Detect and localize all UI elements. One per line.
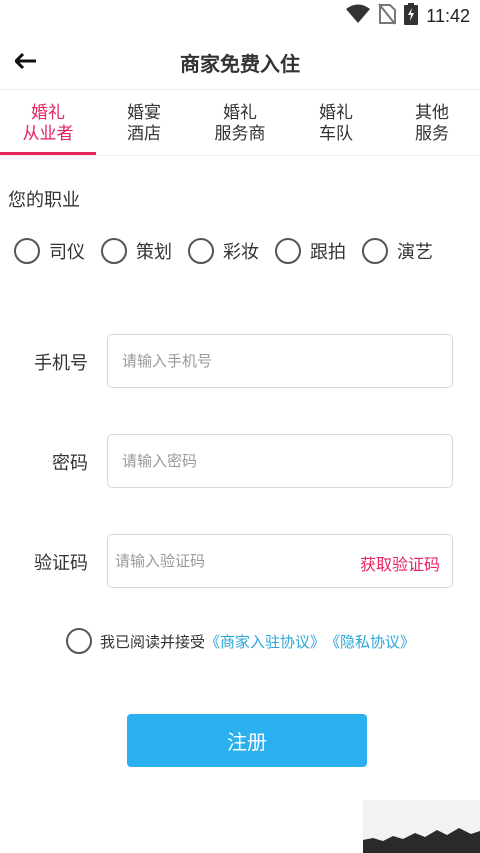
merchant-agreement-link[interactable]: 《商家入驻协议》 — [205, 631, 325, 652]
code-row: 验证码 获取验证码 — [0, 534, 480, 588]
phone-label: 手机号 — [34, 353, 88, 374]
password-input[interactable] — [107, 434, 453, 488]
radio-icon[interactable] — [362, 238, 388, 264]
status-icons: 11:42 — [346, 3, 470, 29]
tab-wedding-fleet[interactable]: 婚礼 车队 — [288, 92, 384, 155]
agree-radio-icon[interactable] — [66, 628, 92, 654]
radio-icon[interactable] — [14, 238, 40, 264]
agreement-text: 我已阅读并接受 — [100, 632, 206, 651]
status-time: 11:42 — [426, 5, 470, 26]
tab-label-line2: 服务商 — [214, 123, 266, 144]
register-button[interactable]: 注册 — [127, 714, 367, 767]
page-title: 商家免费入住 — [180, 52, 300, 76]
thumbnail-graphic — [363, 800, 480, 853]
role-option-makeup[interactable]: 彩妆 — [188, 238, 259, 264]
corner-thumbnail — [363, 800, 480, 853]
tab-label-line1: 婚礼 — [223, 102, 257, 123]
profession-label: 您的职业 — [8, 190, 80, 211]
tab-label-line2: 酒店 — [127, 123, 161, 144]
no-sim-icon — [378, 3, 397, 29]
role-option-photographer[interactable]: 跟拍 — [275, 238, 346, 264]
get-code-button[interactable]: 获取验证码 — [360, 551, 440, 575]
tab-wedding-service-provider[interactable]: 婚礼 服务商 — [192, 92, 288, 155]
phone-row: 手机号 — [0, 334, 480, 388]
battery-charging-icon — [404, 3, 419, 29]
role-label: 跟拍 — [310, 242, 346, 263]
radio-icon[interactable] — [188, 238, 214, 264]
tab-label-line1: 婚礼 — [31, 102, 65, 123]
tab-label-line2: 从业者 — [22, 123, 74, 144]
role-option-planner[interactable]: 策划 — [101, 238, 172, 264]
tab-wedding-hotel[interactable]: 婚宴 酒店 — [96, 92, 192, 155]
phone-input[interactable] — [107, 334, 453, 388]
role-label: 策划 — [136, 242, 172, 263]
radio-icon[interactable] — [275, 238, 301, 264]
tab-label-line2: 服务 — [415, 123, 449, 144]
radio-icon[interactable] — [101, 238, 127, 264]
tab-label-line2: 车队 — [319, 123, 353, 144]
agreement-row: 我已阅读并接受 《商家入驻协议》 《隐私协议》 — [66, 628, 415, 654]
wifi-icon — [346, 4, 371, 28]
tab-wedding-practitioner[interactable]: 婚礼 从业者 — [0, 92, 96, 155]
role-option-mc[interactable]: 司仪 — [14, 238, 85, 264]
tab-other-services[interactable]: 其他 服务 — [384, 92, 480, 155]
tab-label-line1: 婚礼 — [319, 102, 353, 123]
role-label: 彩妆 — [223, 242, 259, 263]
category-tabs: 婚礼 从业者 婚宴 酒店 婚礼 服务商 婚礼 车队 其他 服务 — [0, 92, 480, 156]
app-bar: 商家免费入住 — [0, 32, 480, 90]
role-label: 演艺 — [397, 242, 433, 263]
privacy-agreement-link[interactable]: 《隐私协议》 — [325, 631, 415, 652]
profession-options: 司仪 策划 彩妆 跟拍 演艺 — [14, 238, 449, 264]
tab-label-line1: 其他 — [415, 102, 449, 123]
tab-label-line1: 婚宴 — [127, 102, 161, 123]
role-option-performer[interactable]: 演艺 — [362, 238, 433, 264]
password-row: 密码 — [0, 434, 480, 488]
code-label: 验证码 — [34, 553, 88, 574]
role-label: 司仪 — [49, 242, 85, 263]
password-label: 密码 — [52, 453, 88, 474]
status-bar: 11:42 — [0, 0, 480, 32]
